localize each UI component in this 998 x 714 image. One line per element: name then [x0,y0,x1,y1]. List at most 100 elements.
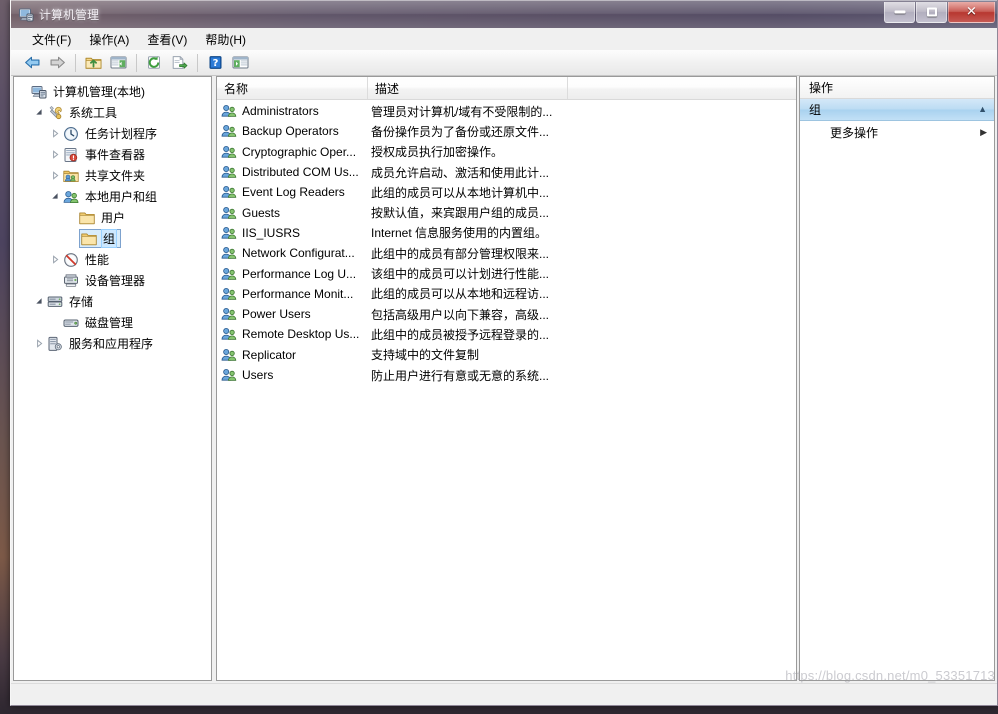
tree-node-2[interactable]: 任务计划程序 [14,123,211,144]
menu-action[interactable]: 操作(A) [80,28,138,51]
event-viewer-icon [63,147,79,163]
maximize-icon [926,7,937,17]
action-more-actions[interactable]: 更多操作 ▶ [800,121,994,143]
table-row[interactable]: Users 防止用户进行有意或无意的系统... [217,365,796,385]
menu-view[interactable]: 查看(V) [138,28,196,51]
actions-pane: 操作 组 ▲ 更多操作 ▶ [799,76,995,681]
chevron-right-icon[interactable] [32,333,47,354]
chevron-right-icon[interactable] [48,144,63,165]
back-arrow-icon[interactable] [20,51,44,75]
group-icon [221,225,237,241]
maximize-button[interactable] [916,2,947,23]
tree-node-content: 组 [79,229,122,248]
tree-node-5[interactable]: 本地用户和组 [14,186,211,207]
group-name-label: Cryptographic Oper... [242,144,357,159]
chevron-right-icon[interactable] [48,249,63,270]
cell-description: 备份操作员为了备份或还原文件... [371,124,550,139]
tree-node-7[interactable]: 组 [14,228,211,249]
tree-node-11[interactable]: 磁盘管理 [14,312,211,333]
refresh-icon[interactable] [142,51,166,75]
cell-name: Guests [217,205,368,221]
close-button[interactable]: ✕ [948,2,995,23]
tree-node-content: 磁盘管理 [63,313,135,332]
table-row[interactable]: Power Users 包括高级用户以向下兼容，高级... [217,304,796,324]
tree-node-8[interactable]: 性能 [14,249,211,270]
table-row[interactable]: Administrators 管理员对计算机/域有不受限制的... [217,101,796,121]
tree-node-1[interactable]: 系统工具 [14,102,211,123]
tree-node-12[interactable]: 服务和应用程序 [14,333,211,354]
tree-node-4[interactable]: 共享文件夹 [14,165,211,186]
table-row[interactable]: Replicator 支持域中的文件复制 [217,345,796,365]
up-folder-icon[interactable] [81,51,105,75]
tree-node-label: 存储 [69,295,94,309]
actions-group-header[interactable]: 组 ▲ [800,99,994,121]
tree-node-label: 事件查看器 [85,148,146,162]
tree-node-content: 共享文件夹 [63,166,147,185]
show-hide-console-tree-icon[interactable] [106,51,130,75]
export-list-icon[interactable] [167,51,191,75]
chevron-down-icon[interactable] [48,186,63,207]
table-row[interactable]: Guests 按默认值，来宾跟用户组的成员... [217,202,796,222]
table-row[interactable]: Event Log Readers 此组的成员可以从本地计算机中... [217,182,796,202]
tree-node-6[interactable]: 用户 [14,207,211,228]
menu-bar: 文件(F) 操作(A) 查看(V) 帮助(H) [11,28,997,50]
help-icon[interactable]: ? [203,51,227,75]
cell-name: Users [217,367,368,383]
window-title: 计算机管理 [39,8,100,22]
actions-pane-title: 操作 [800,77,994,99]
list-column-headers: 名称 描述 [217,77,796,100]
tree-node-label: 组 [101,229,118,248]
tree-node-0[interactable]: 计算机管理(本地) [14,81,211,102]
groups-list[interactable]: Administrators 管理员对计算机/域有不受限制的... Backup O… [217,100,796,680]
minimize-icon [894,10,905,14]
table-row[interactable]: Remote Desktop Us... 此组中的成员被授予远程登录的... [217,324,796,344]
cell-description: 防止用户进行有意或无意的系统... [371,368,550,383]
group-name-label: Replicator [242,347,297,362]
minimize-button[interactable] [884,2,915,23]
cell-name: Replicator [217,347,368,363]
tree-node-label: 磁盘管理 [85,316,134,330]
device-manager-icon [63,273,79,289]
tree-node-label: 用户 [101,211,126,225]
cell-name: Remote Desktop Us... [217,326,368,342]
table-row[interactable]: Network Configurat... 此组中的成员有部分管理权限来... [217,243,796,263]
table-row[interactable]: Performance Monit... 此组的成员可以从本地和远程访... [217,284,796,304]
cell-description: 此组中的成员被授予远程登录的... [371,327,550,342]
menu-file[interactable]: 文件(F) [23,28,80,51]
services-apps-icon [47,336,63,352]
chevron-right-icon[interactable] [48,165,63,186]
chevron-down-icon[interactable] [32,291,47,312]
tree-node-label: 服务和应用程序 [69,337,154,351]
table-row[interactable]: Distributed COM Us... 成员允许启动、激活和使用此计... [217,162,796,182]
table-row[interactable]: IIS_IUSRS Internet 信息服务使用的内置组。 [217,223,796,243]
chevron-up-icon[interactable]: ▲ [978,105,987,114]
title-bar[interactable]: 计算机管理 ✕ [11,0,997,28]
tree-node-content: 事件查看器 [63,145,147,164]
group-name-label: Distributed COM Us... [242,165,359,180]
forward-arrow-icon[interactable] [45,51,69,75]
tree-node-9[interactable]: 设备管理器 [14,270,211,291]
column-header-empty[interactable] [568,77,796,99]
table-row[interactable]: Performance Log U... 该组中的成员可以计划进行性能... [217,263,796,283]
group-icon [221,123,237,139]
column-header-name[interactable]: 名称 [217,77,368,99]
close-icon: ✕ [966,4,977,20]
chevron-down-icon[interactable] [32,102,47,123]
tree-node-10[interactable]: 存储 [14,291,211,312]
tree-node-label: 系统工具 [69,106,118,120]
table-row[interactable]: Backup Operators 备份操作员为了备份或还原文件... [217,121,796,141]
chevron-right-icon[interactable] [48,123,63,144]
tree-node-3[interactable]: 事件查看器 [14,144,211,165]
show-action-pane-icon[interactable] [228,51,252,75]
cell-name: Backup Operators [217,123,368,139]
group-icon [221,326,237,342]
group-name-label: IIS_IUSRS [242,225,301,240]
column-header-description[interactable]: 描述 [368,77,568,99]
menu-help[interactable]: 帮助(H) [196,28,255,51]
table-row[interactable]: Cryptographic Oper... 授权成员执行加密操作。 [217,142,796,162]
svg-text:?: ? [212,58,218,69]
console-tree-pane[interactable]: 计算机管理(本地) 系统工具任务计划程序事件查看器共享文件夹 本地用户和组用户组性能… [13,76,212,681]
group-icon [221,245,237,261]
performance-icon [63,252,79,268]
